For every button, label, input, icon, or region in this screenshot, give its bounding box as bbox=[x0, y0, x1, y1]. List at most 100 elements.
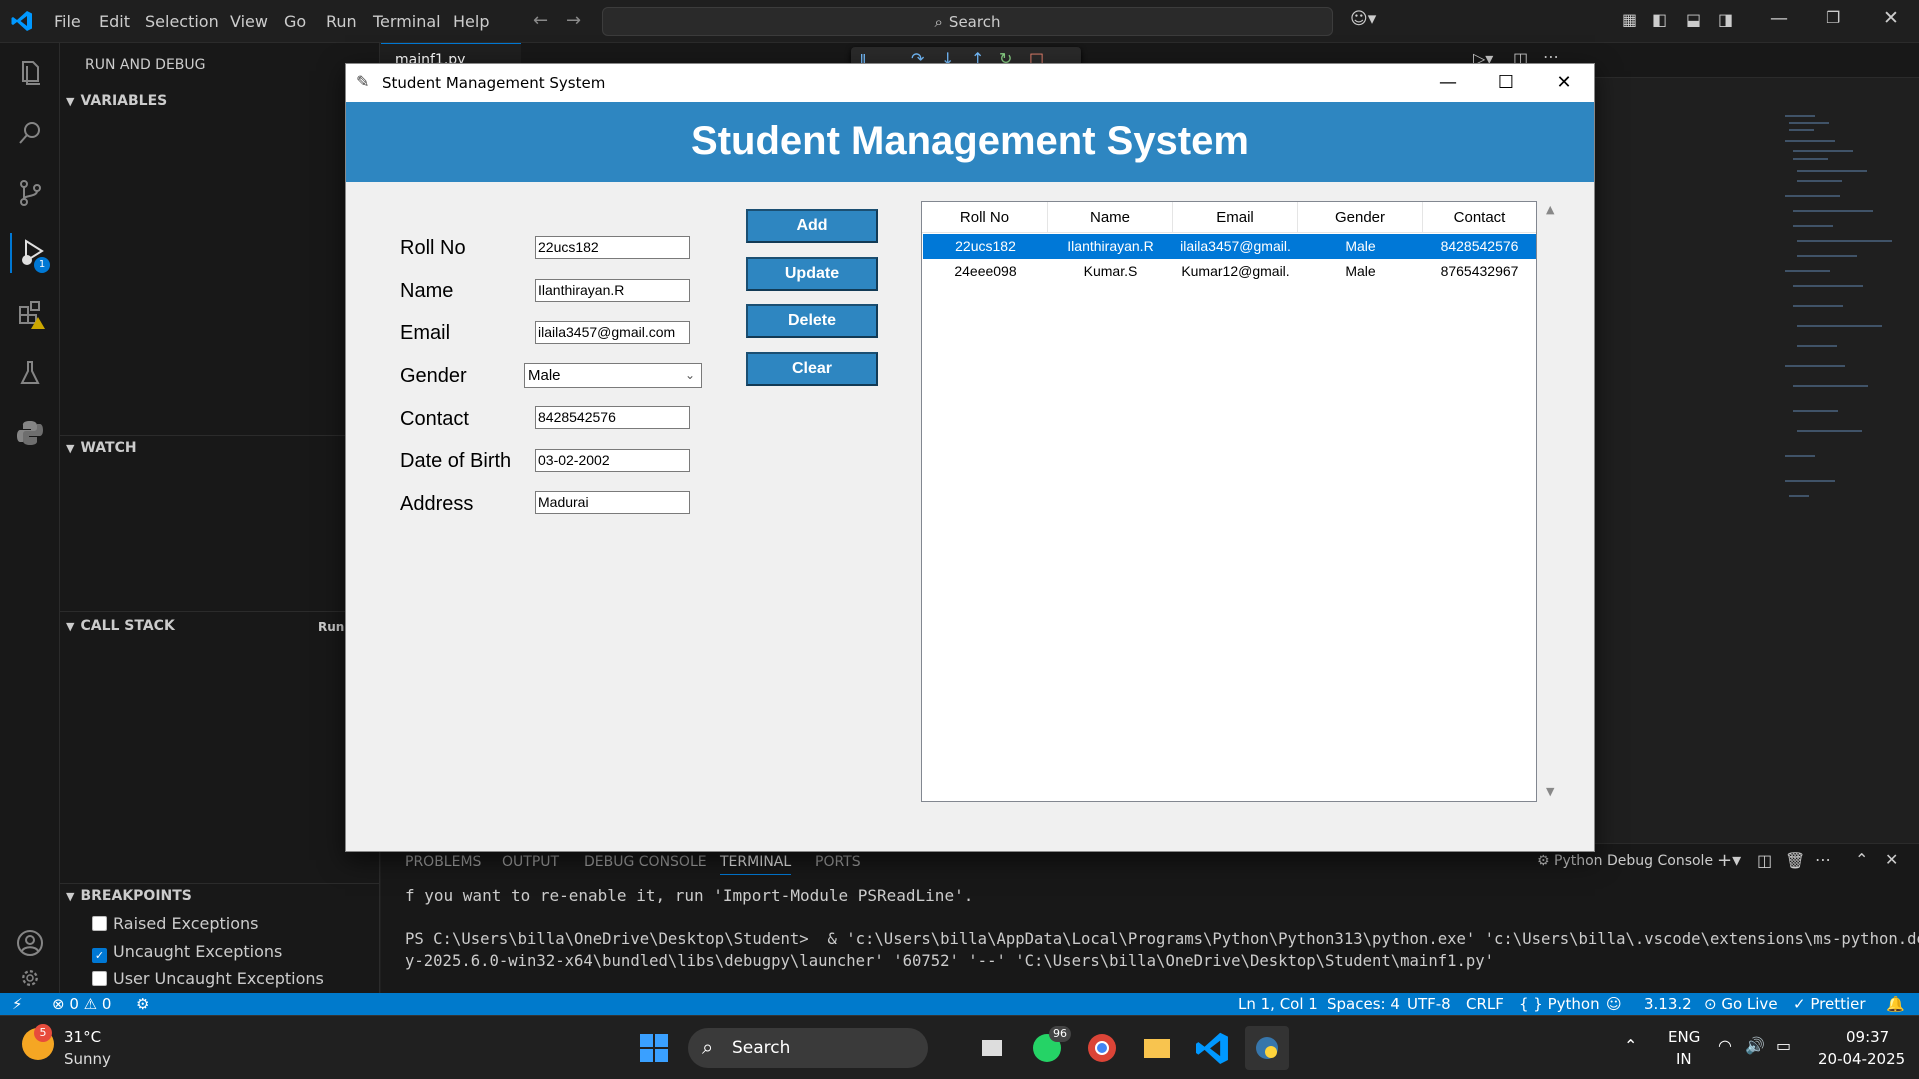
show-hidden-icons-chevron-icon[interactable]: ⌃ bbox=[1624, 1036, 1637, 1055]
toggle-panel-icon[interactable]: ⬓ bbox=[1686, 10, 1701, 29]
checkbox[interactable] bbox=[92, 916, 107, 931]
restore-icon[interactable]: ❐ bbox=[1826, 8, 1840, 27]
whatsapp-icon[interactable]: 96 bbox=[1025, 1026, 1071, 1070]
menu-selection[interactable]: Selection bbox=[145, 12, 219, 31]
window-minimize-icon[interactable]: — bbox=[1419, 64, 1477, 102]
column-header-roll-no[interactable]: Roll No bbox=[922, 202, 1048, 233]
prettier[interactable]: ✓ Prettier bbox=[1793, 995, 1866, 1013]
students-table[interactable]: Roll No Name Email Gender Contact 22ucs1… bbox=[921, 201, 1537, 802]
chevron-down-icon[interactable]: ⌄ bbox=[681, 364, 699, 387]
weather-sun-icon[interactable]: 5 bbox=[22, 1024, 54, 1060]
tab-terminal[interactable]: TERMINAL bbox=[720, 854, 792, 875]
notifications-bell-icon[interactable]: 🔔 bbox=[1886, 995, 1905, 1013]
weather-temp[interactable]: 31°C bbox=[64, 1028, 101, 1046]
table-row[interactable]: 24eee098 Kumar.S Kumar12@gmail. Male 876… bbox=[923, 259, 1536, 284]
indentation[interactable]: Spaces: 4 bbox=[1327, 995, 1400, 1013]
menu-terminal[interactable]: Terminal bbox=[373, 12, 441, 31]
checkbox[interactable] bbox=[92, 971, 107, 986]
menu-view[interactable]: View bbox=[230, 12, 268, 31]
chrome-icon[interactable] bbox=[1080, 1026, 1124, 1070]
battery-icon[interactable]: ▭ bbox=[1776, 1036, 1791, 1055]
tab-output[interactable]: OUTPUT bbox=[502, 854, 559, 870]
python-tk-taskbar-icon[interactable] bbox=[1245, 1026, 1289, 1070]
copilot-status-icon[interactable]: ☺ bbox=[1606, 995, 1622, 1013]
update-button[interactable]: Update bbox=[746, 257, 878, 291]
close-panel-icon[interactable]: ✕ bbox=[1885, 850, 1898, 869]
search-icon[interactable] bbox=[10, 113, 50, 153]
email-input[interactable]: ilaila3457@gmail.com bbox=[535, 321, 690, 344]
python-icon[interactable] bbox=[10, 413, 50, 453]
menu-edit[interactable]: Edit bbox=[99, 12, 130, 31]
encoding[interactable]: UTF-8 bbox=[1407, 995, 1451, 1013]
tab-problems[interactable]: PROBLEMS bbox=[405, 854, 481, 870]
table-row[interactable]: 22ucs182 Ilanthirayan.R ilaila3457@gmail… bbox=[923, 234, 1536, 259]
menu-go[interactable]: Go bbox=[284, 12, 306, 31]
extensions-icon[interactable] bbox=[10, 293, 50, 333]
call-stack-section-header[interactable]: ▼ CALL STACK bbox=[66, 618, 175, 634]
accounts-icon[interactable] bbox=[10, 923, 50, 963]
manage-gear-icon[interactable] bbox=[10, 963, 50, 993]
menu-file[interactable]: File bbox=[54, 12, 81, 31]
copilot-icon[interactable]: ☺▾ bbox=[1350, 9, 1376, 29]
customize-layout-icon[interactable]: ▦ bbox=[1622, 10, 1637, 29]
back-arrow-icon[interactable]: ← bbox=[533, 10, 548, 31]
contact-input[interactable]: 8428542576 bbox=[535, 406, 690, 429]
add-button[interactable]: Add bbox=[746, 209, 878, 243]
taskbar-search[interactable]: ⌕ Search bbox=[688, 1028, 928, 1068]
variables-section-header[interactable]: ▼ VARIABLES bbox=[66, 93, 167, 109]
delete-button[interactable]: Delete bbox=[746, 304, 878, 338]
file-explorer-icon[interactable] bbox=[1135, 1026, 1179, 1070]
python-version[interactable]: 3.13.2 bbox=[1644, 995, 1692, 1013]
maximize-panel-icon[interactable]: ⌃ bbox=[1855, 850, 1868, 869]
table-scrollbar[interactable]: ▲ ▼ bbox=[1541, 201, 1561, 802]
eol[interactable]: CRLF bbox=[1466, 995, 1504, 1013]
breakpoint-user-uncaught-exceptions[interactable]: User Uncaught Exceptions bbox=[92, 969, 324, 988]
start-windows-icon[interactable] bbox=[632, 1026, 676, 1070]
breakpoint-raised-exceptions[interactable]: Raised Exceptions bbox=[92, 914, 259, 933]
command-center-search[interactable]: ⌕ Search bbox=[602, 7, 1333, 36]
problems-status[interactable]: ⊗ 0 ⚠ 0 bbox=[52, 995, 111, 1013]
minimize-icon[interactable]: — bbox=[1770, 8, 1788, 29]
toggle-secondary-sidebar-icon[interactable]: ◨ bbox=[1718, 10, 1733, 29]
scroll-up-arrow-icon[interactable]: ▲ bbox=[1546, 203, 1554, 216]
cursor-position[interactable]: Ln 1, Col 1 bbox=[1238, 995, 1318, 1013]
breakpoint-uncaught-exceptions[interactable]: ✓ Uncaught Exceptions bbox=[92, 942, 282, 963]
toggle-sidebar-icon[interactable]: ◧ bbox=[1652, 10, 1667, 29]
tab-ports[interactable]: PORTS bbox=[815, 854, 861, 870]
name-input[interactable]: Ilanthirayan.R bbox=[535, 279, 690, 302]
language-top[interactable]: ENG bbox=[1668, 1028, 1700, 1046]
vscode-taskbar-icon[interactable] bbox=[1190, 1026, 1234, 1070]
new-terminal-icon[interactable]: +▾ bbox=[1717, 850, 1741, 871]
window-close-icon[interactable]: ✕ bbox=[1535, 64, 1593, 102]
checkbox-checked[interactable]: ✓ bbox=[92, 948, 107, 963]
run-debug-icon[interactable]: 1 bbox=[10, 233, 50, 273]
gender-select[interactable]: Male ⌄ bbox=[524, 363, 702, 388]
clock-date[interactable]: 20-04-2025 bbox=[1818, 1050, 1905, 1068]
window-maximize-icon[interactable]: ☐ bbox=[1477, 64, 1535, 102]
wifi-icon[interactable]: ◠ bbox=[1718, 1036, 1732, 1055]
task-view-icon[interactable] bbox=[970, 1026, 1014, 1070]
watch-section-header[interactable]: ▼ WATCH bbox=[66, 440, 137, 456]
go-live[interactable]: ⊙ Go Live bbox=[1704, 995, 1778, 1013]
menu-run[interactable]: Run bbox=[326, 12, 357, 31]
forward-arrow-icon[interactable]: → bbox=[566, 10, 581, 31]
split-terminal-icon[interactable]: ◫ bbox=[1757, 851, 1772, 870]
column-header-name[interactable]: Name bbox=[1048, 202, 1173, 233]
remote-icon[interactable]: ⚡ bbox=[12, 995, 23, 1013]
testing-icon[interactable] bbox=[10, 353, 50, 393]
dob-input[interactable]: 03-02-2002 bbox=[535, 449, 690, 472]
explorer-icon[interactable] bbox=[10, 53, 50, 93]
clear-button[interactable]: Clear bbox=[746, 352, 878, 386]
more-icon[interactable]: ⋯ bbox=[1815, 850, 1831, 869]
tab-debug-console[interactable]: DEBUG CONSOLE bbox=[584, 854, 707, 870]
column-header-email[interactable]: Email bbox=[1173, 202, 1298, 233]
kill-terminal-icon[interactable]: 🗑 bbox=[1785, 851, 1805, 870]
clock-time[interactable]: 09:37 bbox=[1846, 1028, 1889, 1046]
close-icon[interactable]: ✕ bbox=[1883, 7, 1899, 29]
column-header-contact[interactable]: Contact bbox=[1423, 202, 1536, 233]
breakpoints-section-header[interactable]: ▼ BREAKPOINTS bbox=[66, 888, 192, 904]
terminal-instance[interactable]: ⚙ Python Debug Console bbox=[1537, 853, 1713, 869]
source-control-icon[interactable] bbox=[10, 173, 50, 213]
menu-help[interactable]: Help bbox=[453, 12, 489, 31]
column-header-gender[interactable]: Gender bbox=[1298, 202, 1423, 233]
